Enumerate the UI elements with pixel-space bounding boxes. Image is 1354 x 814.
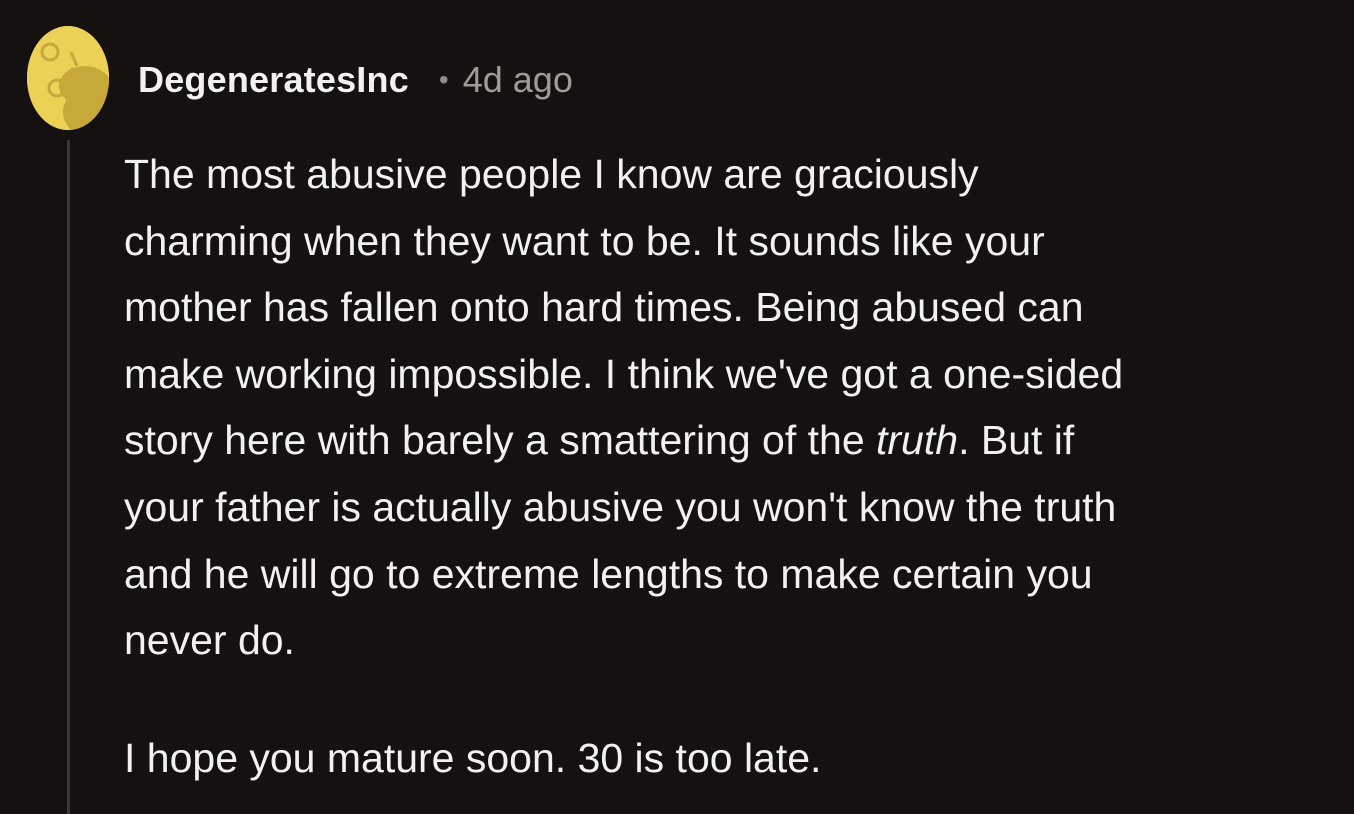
user-avatar[interactable]	[27, 26, 109, 130]
comment-line: I hope you mature soon. 30 is too late.	[124, 734, 822, 781]
comment-line: make working impossible. I think we've g…	[124, 350, 1124, 397]
comment-line: charming when they want to be. It sounds…	[124, 217, 1045, 264]
comment-line: and he will go to extreme lengths to mak…	[124, 550, 1093, 597]
comment-timestamp[interactable]: 4d ago	[463, 59, 573, 101]
comment-line: mother has fallen onto hard times. Being…	[124, 284, 1084, 331]
emphasized-text: truth	[876, 417, 959, 464]
comment-text: story here with barely a smattering of t…	[124, 417, 877, 464]
comment-line: The most abusive people I know are graci…	[124, 151, 979, 197]
comment-line: never do.	[124, 617, 295, 664]
comment-body: The most abusive people I know are graci…	[124, 141, 1339, 791]
separator-dot: •	[438, 64, 449, 95]
comment: DegeneratesInc • 4d ago The most abusive…	[0, 0, 1354, 814]
comment-line: your father is actually abusive you won'…	[124, 483, 1117, 530]
thread-collapse-line[interactable]	[67, 140, 70, 814]
comment-line: story here with barely a smattering of t…	[124, 407, 1339, 474]
comment-text: . But if	[958, 417, 1075, 464]
username[interactable]: DegeneratesInc	[138, 59, 409, 101]
comment-header: DegeneratesInc • 4d ago	[138, 56, 573, 104]
snoo-avatar-icon	[27, 26, 109, 130]
